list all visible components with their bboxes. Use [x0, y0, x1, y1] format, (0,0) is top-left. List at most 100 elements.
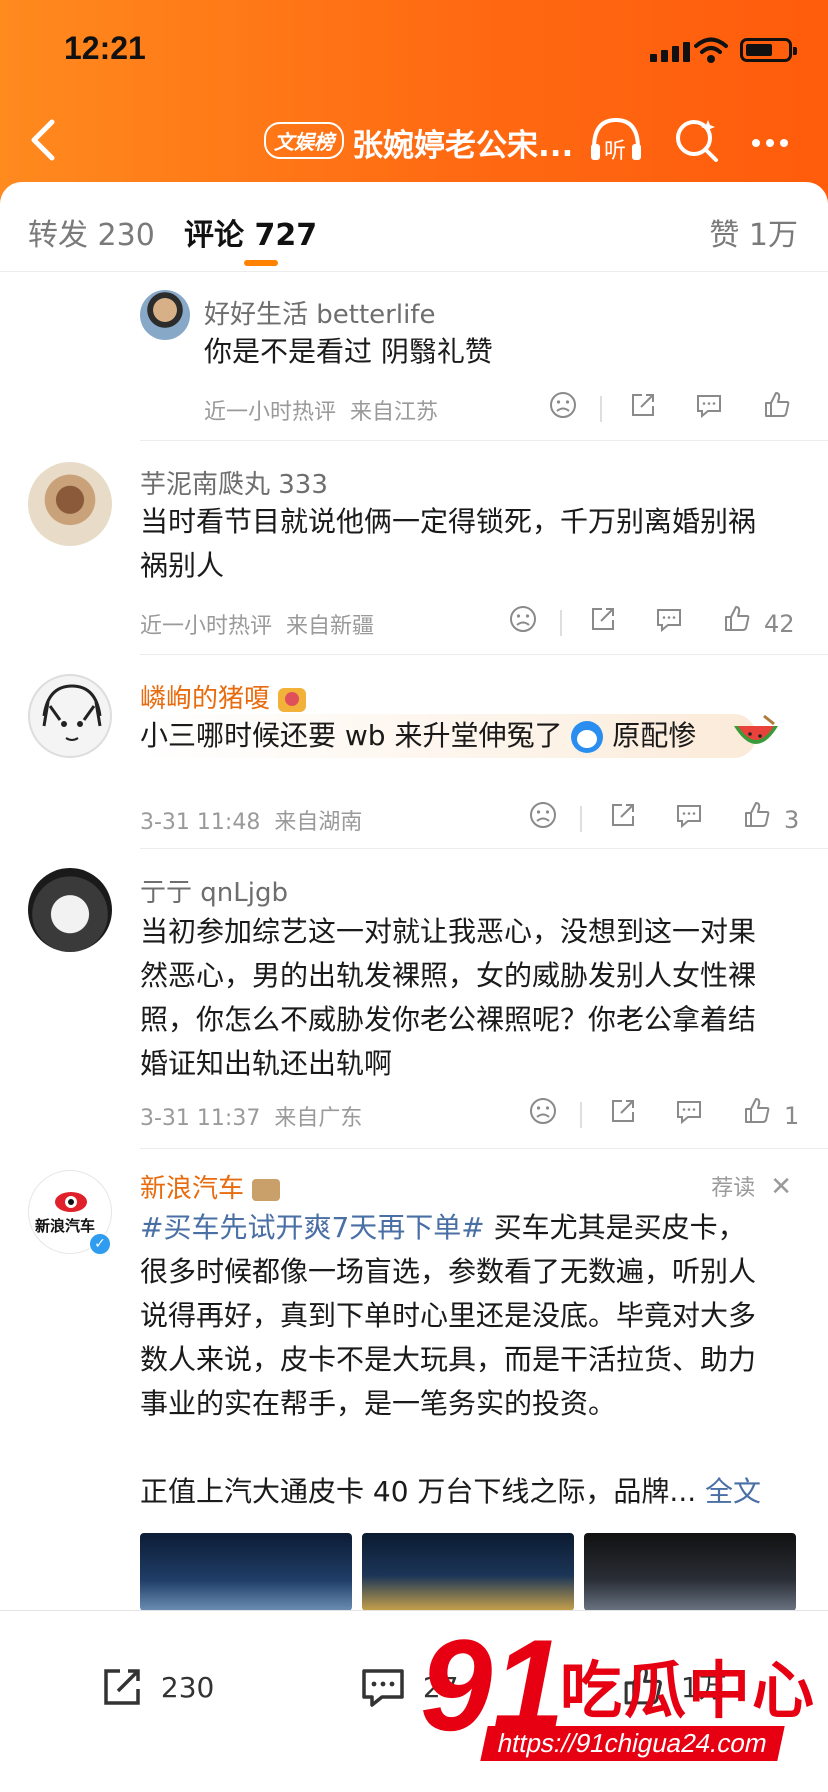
comment-bubble-icon[interactable] — [674, 1096, 704, 1126]
separator — [600, 396, 602, 422]
like-thumb-icon[interactable] — [742, 1096, 772, 1126]
share-icon — [104, 1669, 140, 1705]
status-bar: 12:21 — [0, 0, 828, 100]
post-image-grid — [140, 1533, 800, 1611]
comment-username[interactable]: 好好生活 betterlife — [204, 294, 435, 331]
comment-actions — [548, 390, 798, 430]
separator — [580, 806, 582, 832]
dislike-face-icon[interactable] — [508, 604, 538, 634]
status-time: 12:21 — [64, 30, 146, 66]
listen-headphones-icon[interactable]: 听 — [588, 114, 644, 166]
share-icon[interactable] — [628, 390, 658, 420]
dislike-face-icon[interactable] — [528, 800, 558, 830]
battery-icon — [740, 38, 797, 62]
like-thumb-icon[interactable] — [762, 390, 792, 420]
avatar[interactable] — [28, 674, 112, 758]
watermelon-sticker-icon — [734, 714, 778, 744]
post-text-line: 事业的实在帮手，是一笔务实的投资。 — [140, 1387, 617, 1420]
sina-eye-icon — [55, 1192, 87, 1212]
post-text-line: 说得再好，真到下单时心里还是没底。毕竟对大多 — [140, 1299, 757, 1332]
comment-time: 近一小时热评 — [204, 400, 337, 425]
post-text: #买车先试开爽7天再下单# 买车尤其是买皮卡， 很多时候都像一场盲选，参数看了无… — [140, 1206, 800, 1514]
back-arrow-icon[interactable] — [24, 116, 64, 164]
comment-location: 来自湖南 — [274, 810, 363, 835]
comment-time: 3-31 11:37 — [140, 1106, 261, 1131]
dislike-face-icon[interactable] — [528, 1096, 558, 1126]
post-username-text: 新浪汽车 — [140, 1174, 245, 1204]
share-icon[interactable] — [608, 1096, 638, 1126]
tab-comment[interactable]: 评论 727 — [184, 210, 317, 254]
like-thumb-icon[interactable] — [722, 604, 752, 634]
hashtag-link[interactable]: #买车先试开爽7天再下单# — [140, 1211, 485, 1244]
comment-bubble-icon[interactable] — [694, 390, 724, 420]
like-thumb-icon[interactable] — [742, 800, 772, 830]
comment-username[interactable]: 嶙峋的猪嗄 — [140, 678, 307, 715]
list-item: 好好生活 betterlife 你是不是看过 阴翳礼赞 近一小时热评 来自江苏 — [0, 280, 828, 440]
comment-location: 来自新疆 — [286, 614, 375, 639]
post-username[interactable]: 新浪汽车 — [140, 1168, 281, 1205]
wifi-icon — [694, 37, 728, 63]
like-count: 3 — [784, 806, 800, 834]
comment-text: 当时看节目就说他俩一定得锁死，千万别离婚别祸 祸别人 — [140, 500, 756, 588]
comment-text-line: 祸别人 — [140, 549, 225, 582]
comment-location: 来自江苏 — [350, 400, 439, 425]
avatar[interactable] — [28, 868, 112, 952]
comment-bubble-icon[interactable] — [654, 604, 684, 634]
comment-bubble-icon — [362, 1669, 404, 1707]
vip-badge-icon — [252, 1178, 281, 1201]
recommend-tag: 荐读 ✕ — [711, 1170, 792, 1202]
comment-text-part: 原配惨 — [612, 719, 697, 752]
avatar-sketch-icon — [42, 684, 102, 741]
post-text-line: 正值上汽大通皮卡 40 万台下线之际，品牌... — [140, 1475, 706, 1508]
comment-text-part: 小三哪时候还要 wb 来升堂伸冤了 — [140, 719, 563, 752]
comment-bubble-icon[interactable] — [674, 800, 704, 830]
comment-time: 3-31 11:48 — [140, 810, 261, 835]
ranking-badge: 文娱榜 — [264, 122, 344, 159]
repost-button[interactable]: 230 — [98, 1663, 214, 1711]
avatar[interactable] — [28, 462, 112, 546]
comment-text: 当初参加综艺这一对就让我恶心，没想到这一对果 然恶心，男的出轨发裸照，女的威胁发… — [140, 910, 756, 1086]
tab-repost[interactable]: 转发 230 — [28, 210, 155, 254]
comment-actions: 42 — [508, 604, 798, 644]
tab-like[interactable]: 赞 1万 — [709, 210, 798, 254]
comment-username[interactable]: 亍亍 qnLjgb — [140, 872, 288, 909]
separator — [580, 1102, 582, 1128]
vip-crown-icon — [278, 687, 307, 712]
search-icon[interactable] — [672, 114, 722, 166]
avatar[interactable] — [140, 290, 190, 340]
page-title: 张婉婷老公宋... — [352, 128, 574, 164]
comment-text-line: 当时看节目就说他俩一定得锁死，千万别离婚别祸 — [140, 505, 757, 538]
avatar-brand-text: 新浪汽车 — [35, 1217, 96, 1235]
post-image[interactable] — [140, 1533, 352, 1611]
comment-meta: 近一小时热评 来自江苏 — [204, 394, 438, 426]
comment-text-line: 婚证知出轨还出轨啊 — [140, 1047, 393, 1080]
close-icon[interactable]: ✕ — [770, 1172, 792, 1202]
tab-bar: 转发 230 评论 727 赞 1万 — [0, 182, 828, 272]
comment-actions: 3 — [528, 800, 800, 840]
verified-badge-icon: ✓ — [88, 1232, 112, 1256]
dislike-face-icon[interactable] — [548, 390, 578, 420]
comment-text-line: 当初参加综艺这一对就让我恶心，没想到这一对果 — [140, 915, 757, 948]
like-count: 42 — [764, 610, 795, 638]
comment-username[interactable]: 芋泥南瓞丸 333 — [140, 464, 328, 501]
post-text-line: 很多时候都像一场盲选，参数看了无数遍，听别人 — [140, 1255, 757, 1288]
comment-meta: 3-31 11:37 来自广东 — [140, 1100, 362, 1132]
comment-meta: 3-31 11:48 来自湖南 — [140, 804, 362, 836]
post-image[interactable] — [584, 1533, 796, 1611]
comment-location: 来自广东 — [274, 1106, 363, 1131]
like-count: 1 — [784, 1102, 800, 1130]
list-item: 芋泥南瓞丸 333 当时看节目就说他俩一定得锁死，千万别离婚别祸 祸别人 近一小时… — [0, 440, 828, 654]
cellular-signal-icon — [650, 42, 694, 62]
separator — [560, 610, 562, 636]
comment-text: 你是不是看过 阴翳礼赞 — [204, 335, 493, 368]
comment-time: 近一小时热评 — [140, 614, 273, 639]
full-text-link[interactable]: 全文 — [705, 1475, 761, 1508]
listen-label: 听 — [604, 139, 626, 164]
comment-text: 小三哪时候还要 wb 来升堂伸冤了 原配惨 — [140, 714, 757, 758]
share-icon[interactable] — [588, 604, 618, 634]
more-options-icon[interactable] — [752, 132, 794, 151]
post-image[interactable] — [362, 1533, 574, 1611]
repost-count: 230 — [160, 1670, 215, 1704]
share-icon[interactable] — [608, 800, 638, 830]
post-text-line: 数人来说，皮卡不是大玩具，而是干活拉货、助力 — [140, 1343, 757, 1376]
